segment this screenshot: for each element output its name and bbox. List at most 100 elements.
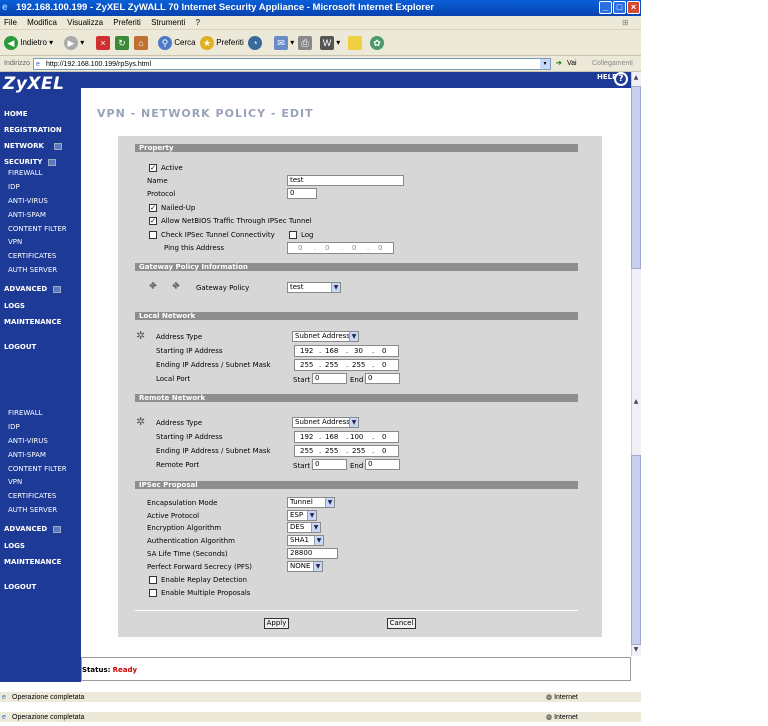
menu-help[interactable]: ? bbox=[196, 18, 200, 27]
nav-anti-virus[interactable]: ANTI-VIRUS bbox=[8, 437, 48, 445]
expand-icon[interactable] bbox=[53, 285, 62, 293]
authentication-select[interactable]: SHA1 ▼ bbox=[287, 535, 324, 546]
print-button[interactable]: ⎙ bbox=[298, 34, 312, 52]
menu-strumenti[interactable]: Strumenti bbox=[151, 18, 185, 27]
minimize-button[interactable]: _ bbox=[599, 1, 612, 14]
go-arrow-icon[interactable]: ➔ bbox=[556, 56, 562, 72]
scrollbar-thumb[interactable] bbox=[631, 86, 641, 269]
log-checkbox[interactable] bbox=[289, 231, 297, 239]
messenger-button[interactable]: ✿ bbox=[370, 34, 384, 52]
nav-vpn[interactable]: VPN bbox=[8, 238, 22, 246]
nav-auth-server[interactable]: AUTH SERVER bbox=[8, 266, 57, 274]
nav-advanced[interactable]: ADVANCED bbox=[4, 525, 62, 533]
scrollbar-thumb[interactable] bbox=[631, 455, 641, 645]
encryption-value: DES bbox=[290, 523, 305, 531]
search-button[interactable]: ⚲ Cerca bbox=[158, 34, 196, 52]
scroll-down-icon[interactable]: ▼ bbox=[632, 646, 640, 654]
nav-anti-spam[interactable]: ANTI-SPAM bbox=[8, 451, 46, 459]
nav-idp[interactable]: IDP bbox=[8, 423, 20, 431]
remote-address-type-select[interactable]: Subnet Address ▼ bbox=[292, 417, 359, 428]
nav-idp[interactable]: IDP bbox=[8, 183, 20, 191]
cancel-button[interactable]: Cancel bbox=[387, 618, 416, 629]
help-icon[interactable]: ? bbox=[614, 72, 628, 86]
nav-security[interactable]: SECURITY bbox=[4, 158, 57, 166]
nav-maintenance[interactable]: MAINTENANCE bbox=[4, 318, 61, 326]
expand-icon[interactable] bbox=[53, 525, 62, 533]
menu-preferiti[interactable]: Preferiti bbox=[113, 18, 141, 27]
local-end-ip-input[interactable]: 255. 255. 255. 0 bbox=[294, 359, 399, 371]
nav-anti-virus[interactable]: ANTI-VIRUS bbox=[8, 197, 48, 205]
history-button[interactable]: ◔ bbox=[248, 34, 262, 52]
section-ipsec-proposal: IPSec Proposal bbox=[135, 481, 578, 489]
refresh-button[interactable]: ↻ bbox=[115, 34, 129, 52]
nav-logout[interactable]: LOGOUT bbox=[4, 583, 36, 591]
globe-icon: ◍ bbox=[546, 714, 553, 721]
active-protocol-select[interactable]: ESP ▼ bbox=[287, 510, 317, 521]
encryption-select[interactable]: DES ▼ bbox=[287, 522, 321, 533]
replay-detection-checkbox[interactable] bbox=[149, 576, 157, 584]
expand-icon[interactable] bbox=[53, 142, 62, 150]
sa-lifetime-input[interactable]: 28800 bbox=[287, 548, 338, 559]
nav-network[interactable]: NETWORK bbox=[4, 142, 62, 150]
remote-end-port-input[interactable]: 0 bbox=[365, 459, 400, 470]
nav-logout[interactable]: LOGOUT bbox=[4, 343, 36, 351]
discuss-button[interactable] bbox=[348, 34, 362, 52]
authentication-value: SHA1 bbox=[290, 536, 309, 544]
local-end-port-input[interactable]: 0 bbox=[365, 373, 400, 384]
remote-end-ip-input[interactable]: 255. 255. 255. 0 bbox=[294, 445, 399, 457]
nav-vpn[interactable]: VPN bbox=[8, 478, 22, 486]
netbios-checkbox[interactable]: ✓ bbox=[149, 217, 157, 225]
nav-registration[interactable]: REGISTRATION bbox=[4, 126, 62, 134]
menu-file[interactable]: File bbox=[4, 18, 17, 27]
remote-start-port-input[interactable]: 0 bbox=[312, 459, 347, 470]
local-start-ip-input[interactable]: 192. 168. 30. 0 bbox=[294, 345, 399, 357]
nav-content-filter[interactable]: CONTENT FILTER bbox=[8, 225, 67, 233]
menu-visualizza[interactable]: Visualizza bbox=[67, 18, 103, 27]
check-connectivity-checkbox[interactable] bbox=[149, 231, 157, 239]
home-button[interactable]: ⌂ bbox=[134, 34, 148, 52]
pfs-select[interactable]: NONE ▼ bbox=[287, 561, 323, 572]
protocol-input[interactable]: 0 bbox=[287, 188, 317, 199]
nav-maintenance[interactable]: MAINTENANCE bbox=[4, 558, 61, 566]
nav-content-filter[interactable]: CONTENT FILTER bbox=[8, 465, 67, 473]
menu-modifica[interactable]: Modifica bbox=[27, 18, 57, 27]
collapse-icon[interactable] bbox=[48, 158, 57, 166]
links-label[interactable]: Collegamenti bbox=[592, 56, 633, 72]
gateway-policy-select[interactable]: test ▼ bbox=[287, 282, 341, 293]
window-titlebar: e 192.168.100.199 - ZyXEL ZyWALL 70 Inte… bbox=[0, 0, 641, 16]
nailed-up-checkbox[interactable]: ✓ bbox=[149, 204, 157, 212]
local-start-port-input[interactable]: 0 bbox=[312, 373, 347, 384]
address-input[interactable]: e http://192.168.100.199/rpSys.html ▾ bbox=[33, 58, 551, 70]
nav-logs[interactable]: LOGS bbox=[4, 302, 25, 310]
close-window-button[interactable]: × bbox=[627, 1, 640, 14]
nav-certificates[interactable]: CERTIFICATES bbox=[8, 252, 56, 260]
apply-button[interactable]: Apply bbox=[264, 618, 289, 629]
active-checkbox[interactable]: ✓ bbox=[149, 164, 157, 172]
encapsulation-select[interactable]: Tunnel ▼ bbox=[287, 497, 335, 508]
nav-advanced[interactable]: ADVANCED bbox=[4, 285, 62, 293]
remote-start-ip-input[interactable]: 192. 168. 100. 0 bbox=[294, 431, 399, 443]
nav-firewall[interactable]: FIREWALL bbox=[8, 409, 43, 417]
maximize-button[interactable]: □ bbox=[613, 1, 626, 14]
multiple-proposals-checkbox[interactable] bbox=[149, 589, 157, 597]
ping-ip-input[interactable]: 0 . 0 . 0 . 0 bbox=[287, 242, 394, 254]
mail-button[interactable]: ✉ ▾ bbox=[274, 34, 294, 52]
local-end-ip-label: Ending IP Address / Subnet Mask bbox=[156, 361, 271, 369]
forward-button[interactable]: ▶ ▾ bbox=[64, 34, 84, 52]
stop-button[interactable]: × bbox=[96, 34, 110, 52]
edit-button[interactable]: W ▾ bbox=[320, 34, 340, 52]
local-address-type-select[interactable]: Subnet Address ▼ bbox=[292, 331, 359, 342]
nav-anti-spam[interactable]: ANTI-SPAM bbox=[8, 211, 46, 219]
favorites-button[interactable]: ★ Preferiti bbox=[200, 34, 244, 52]
back-button[interactable]: ◀ Indietro ▾ bbox=[4, 34, 53, 52]
nav-logs[interactable]: LOGS bbox=[4, 542, 25, 550]
nav-home[interactable]: HOME bbox=[4, 110, 28, 118]
nav-firewall[interactable]: FIREWALL bbox=[8, 169, 43, 177]
nav-auth-server[interactable]: AUTH SERVER bbox=[8, 506, 57, 514]
scroll-up-icon[interactable]: ▲ bbox=[632, 74, 640, 82]
address-dropdown-icon[interactable]: ▾ bbox=[540, 59, 550, 69]
nav-certificates[interactable]: CERTIFICATES bbox=[8, 492, 56, 500]
scroll-up-icon[interactable]: ▲ bbox=[632, 398, 640, 406]
go-button[interactable]: Vai bbox=[567, 56, 577, 72]
name-input[interactable]: test bbox=[287, 175, 404, 186]
